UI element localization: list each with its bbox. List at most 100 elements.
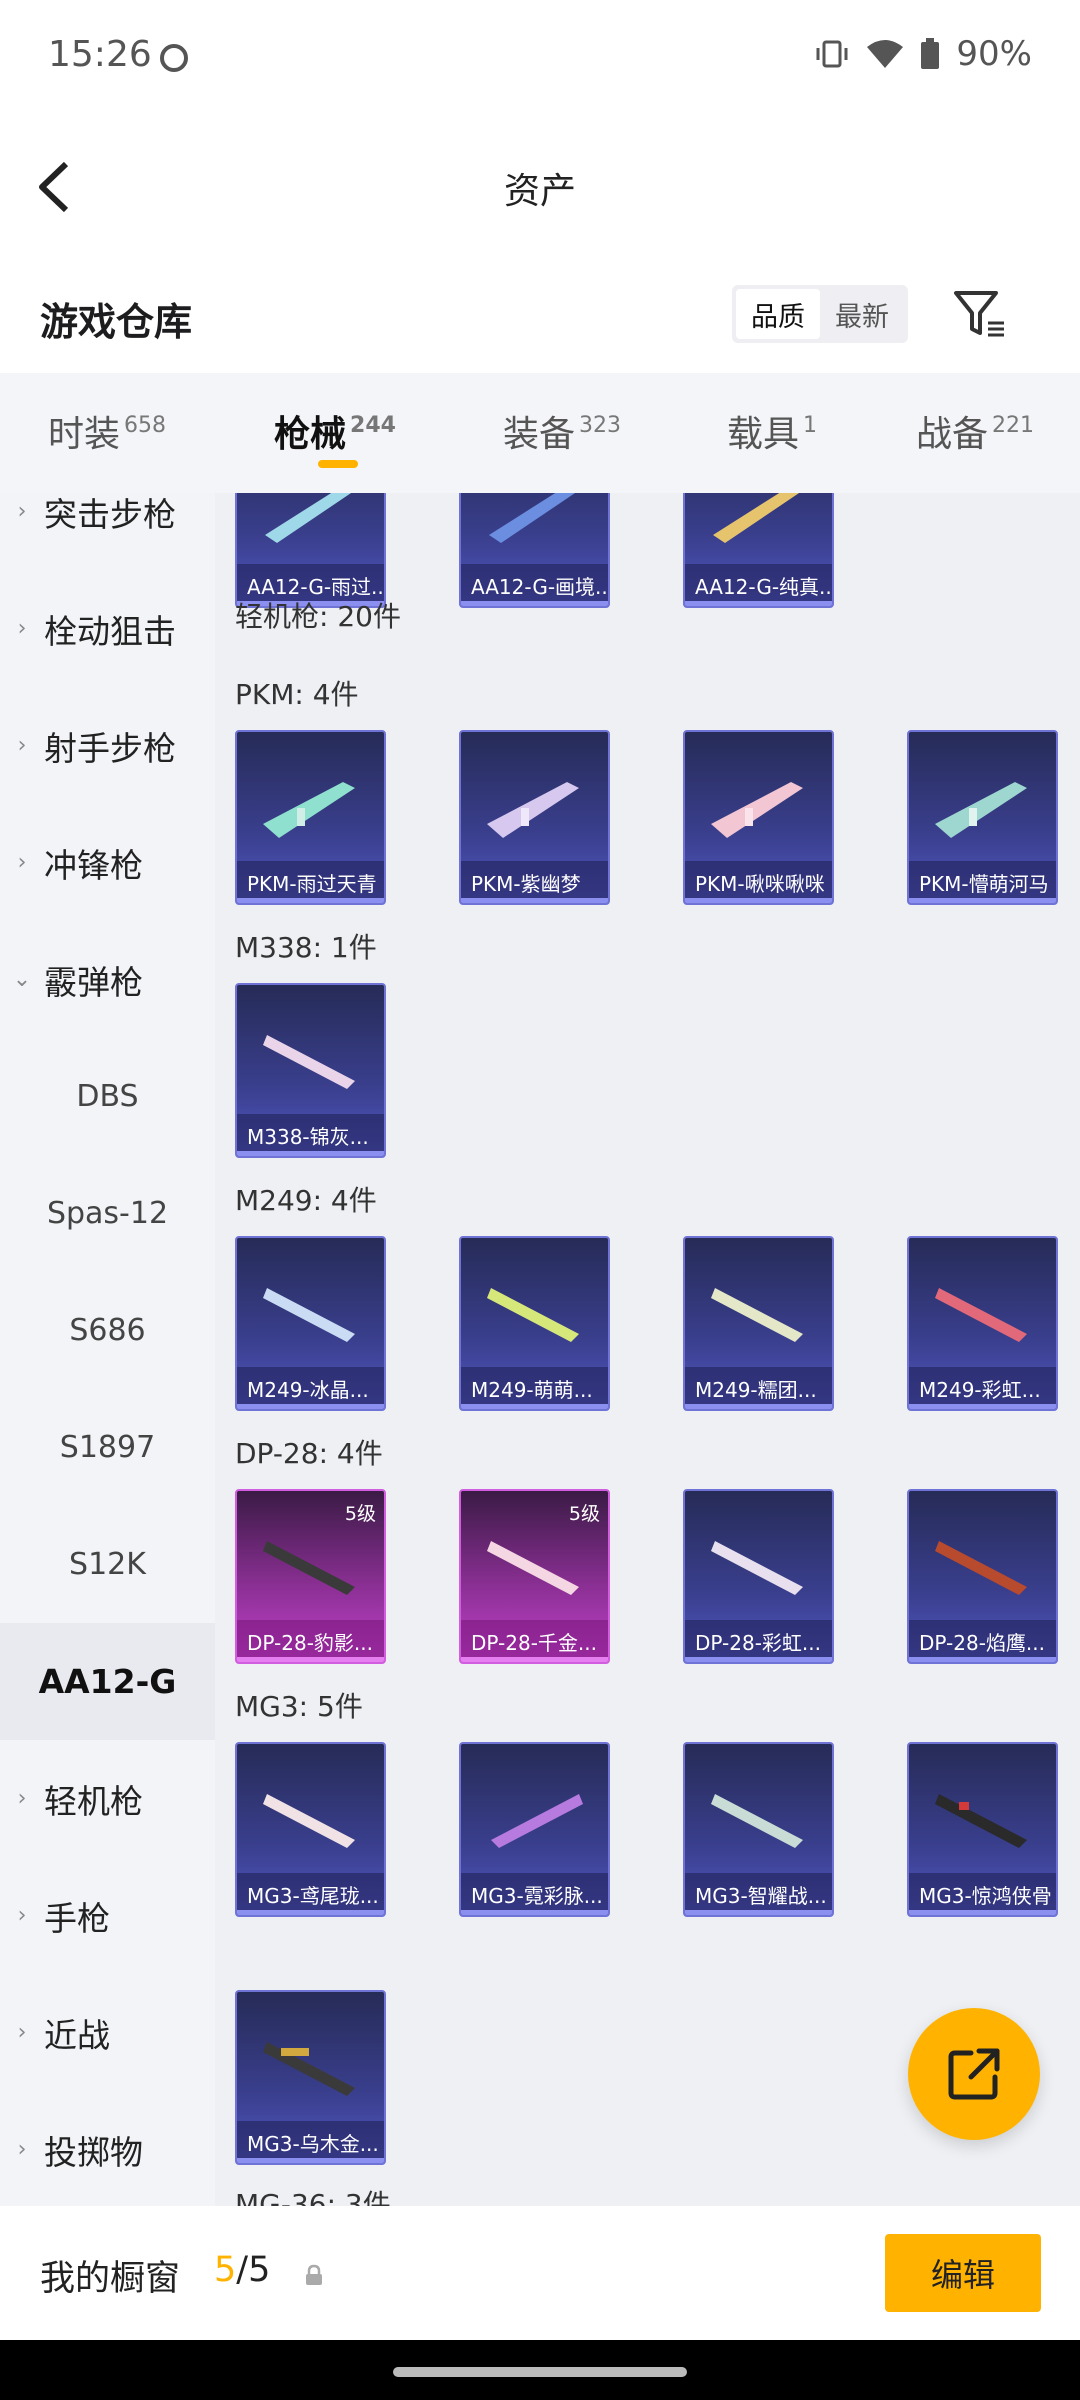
chevron-right-icon: ›: [17, 733, 27, 758]
showcase-count: 5/5: [214, 2250, 271, 2290]
gun-icon: [263, 1288, 355, 1342]
gun-icon: [263, 2042, 355, 2096]
chevron-right-icon: ›: [17, 1786, 27, 1811]
group-label-pkm: PKM: 4件: [235, 678, 359, 711]
sidebar-item-pistol[interactable]: › 手枪: [0, 1857, 215, 1974]
chevron-right-icon: ›: [17, 1903, 27, 1928]
sidebar-subitem-spas12[interactable]: Spas-12: [0, 1155, 215, 1272]
gun-icon: [263, 1794, 355, 1848]
group-label-m338: M338: 1件: [235, 931, 377, 964]
chevron-right-icon: ›: [17, 499, 27, 524]
battery-icon: [921, 38, 940, 69]
chevron-down-icon: ⌄: [12, 967, 32, 992]
item-card[interactable]: MG3-惊鸿侠骨: [907, 1742, 1058, 1917]
sort-quality-button[interactable]: 品质: [736, 289, 820, 339]
gun-icon: [935, 1288, 1027, 1342]
sidebar: › 突击步枪 › 栓动狙击 › 射手步枪 › 冲锋枪 ⌄ 霰弹枪 DBS Spas-12 …: [0, 493, 215, 2206]
category-count-label: 轻机枪: 20件: [235, 600, 401, 633]
sidebar-item-throwables[interactable]: › 投掷物: [0, 2091, 215, 2206]
warehouse-title: 游戏仓库: [40, 300, 193, 344]
sidebar-item-shotgun[interactable]: ⌄ 霰弹枪: [0, 921, 215, 1038]
item-card[interactable]: PKM-紫幽梦: [459, 730, 610, 905]
edit-button[interactable]: 编辑: [885, 2234, 1041, 2312]
item-card[interactable]: PKM-雨过天青: [235, 730, 386, 905]
status-bar: 15:26 90%: [0, 0, 1080, 112]
lock-icon: [306, 2264, 322, 2285]
group-label-mg3: MG3: 5件: [235, 1690, 363, 1723]
gun-icon: [263, 1541, 355, 1595]
item-card[interactable]: 5级 DP-28-千金...: [459, 1489, 610, 1664]
sort-toggle: 品质 最新: [732, 285, 908, 343]
showcase-bar: 我的橱窗 5/5 编辑: [0, 2206, 1080, 2340]
sidebar-item-smg[interactable]: › 冲锋枪: [0, 804, 215, 921]
item-card[interactable]: MG3-智耀战...: [683, 1742, 834, 1917]
item-card[interactable]: PKM-懵萌河马: [907, 730, 1058, 905]
system-nav-bar: [0, 2340, 1080, 2400]
item-card[interactable]: M338-锦灰...: [235, 983, 386, 1158]
gun-icon: [489, 493, 576, 543]
filter-icon: [954, 291, 1004, 337]
gun-icon: [491, 1794, 583, 1848]
home-gesture-handle[interactable]: [393, 2367, 687, 2377]
sidebar-subitem-s686[interactable]: S686: [0, 1272, 215, 1389]
gun-icon: [487, 1288, 579, 1342]
gun-icon: [935, 1541, 1027, 1595]
sidebar-subitem-aa12g[interactable]: AA12-G: [0, 1623, 215, 1740]
item-card[interactable]: M249-彩虹...: [907, 1236, 1058, 1411]
gun-icon: [711, 782, 803, 838]
chevron-right-icon: ›: [17, 850, 27, 875]
group-label-mg36: MG-36: 3件: [235, 2188, 391, 2206]
gun-icon: [263, 782, 355, 838]
sort-latest-button[interactable]: 最新: [820, 289, 904, 339]
item-card[interactable]: DP-28-焰鹰...: [907, 1489, 1058, 1664]
item-card[interactable]: PKM-啾咪啾咪: [683, 730, 834, 905]
item-card[interactable]: MG3-乌木金...: [235, 1990, 386, 2165]
sidebar-item-marksman[interactable]: › 射手步枪: [0, 687, 215, 804]
sidebar-subitem-dbs[interactable]: DBS: [0, 1038, 215, 1155]
share-button[interactable]: [908, 2008, 1040, 2140]
item-card[interactable]: DP-28-彩虹...: [683, 1489, 834, 1664]
chevron-right-icon: ›: [17, 2137, 27, 2162]
gun-icon: [265, 493, 352, 543]
gun-icon: [935, 1794, 1027, 1848]
tab-guns[interactable]: 枪械 244: [274, 405, 396, 457]
sidebar-subitem-s12k[interactable]: S12K: [0, 1506, 215, 1623]
item-card[interactable]: AA12-G-画境...: [459, 493, 610, 608]
sidebar-item-melee[interactable]: › 近战: [0, 1974, 215, 2091]
gun-icon: [487, 1541, 579, 1595]
showcase-label: 我的橱窗: [40, 2259, 181, 2299]
status-icons: 90%: [814, 34, 1032, 74]
item-card[interactable]: M249-糯团...: [683, 1236, 834, 1411]
gun-icon: [935, 782, 1027, 838]
sidebar-subitem-s1897[interactable]: S1897: [0, 1389, 215, 1506]
category-tabs: 时装 658 枪械 244 装备 323 载具 1 战备 221: [0, 373, 1080, 493]
filter-button[interactable]: [950, 285, 1010, 345]
tab-equipment[interactable]: 装备 323: [503, 405, 621, 457]
search-status-icon: [160, 44, 188, 72]
gun-icon: [713, 493, 800, 543]
gun-icon: [711, 1794, 803, 1848]
tab-supplies[interactable]: 战备 221: [916, 405, 1034, 457]
wifi-icon: [867, 40, 904, 68]
gun-icon: [487, 782, 579, 838]
item-card[interactable]: M249-萌萌...: [459, 1236, 610, 1411]
item-card[interactable]: AA12-G-纯真...: [683, 493, 834, 608]
tab-vehicles[interactable]: 载具 1: [727, 405, 817, 457]
sidebar-item-lmg[interactable]: › 轻机枪: [0, 1740, 215, 1857]
item-card[interactable]: 5级 DP-28-豹影...: [235, 1489, 386, 1664]
gun-icon: [711, 1288, 803, 1342]
item-grid: AA12-G-雨过... AA12-G-画境... AA12-G-纯真... 轻…: [215, 493, 1080, 2206]
gun-icon: [711, 1541, 803, 1595]
warehouse-header: 游戏仓库 品质 最新: [0, 257, 1080, 373]
page-title: 资产: [503, 171, 576, 212]
sidebar-item-assault-rifle[interactable]: › 突击步枪: [0, 493, 215, 570]
group-label-m249: M249: 4件: [235, 1184, 377, 1217]
tab-fashion[interactable]: 时装 658: [48, 405, 166, 457]
item-card[interactable]: MG3-霓彩脉...: [459, 1742, 610, 1917]
item-card[interactable]: MG3-鸢尾珑...: [235, 1742, 386, 1917]
battery-percent: 90%: [956, 34, 1032, 74]
share-icon: [948, 2048, 1000, 2100]
item-card[interactable]: M249-冰晶...: [235, 1236, 386, 1411]
sidebar-item-bolt-sniper[interactable]: › 栓动狙击: [0, 570, 215, 687]
item-card[interactable]: AA12-G-雨过...: [235, 493, 386, 608]
